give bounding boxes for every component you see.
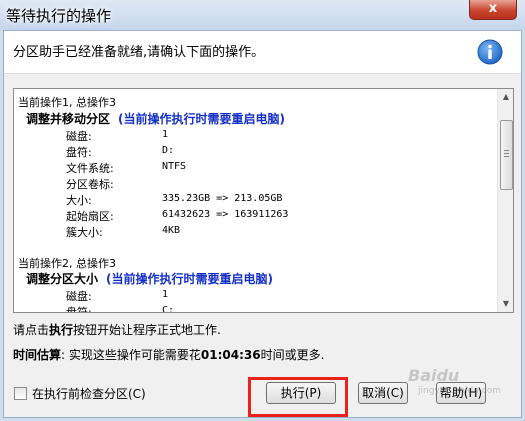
watermark-logo: Baidu [408,366,460,385]
hint-prefix: 请点击 [13,323,50,337]
checkbox-box[interactable] [14,387,27,400]
operation-1-prop-value: 335.23GB => 213.05GB [162,193,283,204]
check-partition-checkbox[interactable]: 在执行前检查分区(C) [14,385,146,402]
checkbox-label: 在执行前检查分区(C) [32,387,146,401]
thumb-grip-line [504,153,509,154]
operation-2-prop-value: C: [162,305,175,312]
vertical-scrollbar[interactable]: ▲ ▼ [497,89,513,312]
thumb-grip-line [504,150,509,151]
operation-1-title-text: 调整并移动分区 [26,112,111,126]
hint-suffix: 按钮开始让程序正式地工作. [73,323,221,337]
operation-1-prop-label: 起始扇区: [66,210,114,223]
scroll-down-arrow-icon[interactable]: ▼ [498,296,513,312]
watermark-url: jingyan.baidu.com [418,386,502,396]
operation-2-title: 调整分区大小 (当前操作执行时需要重启电脑) [26,270,273,287]
operation-1-prop-label: 分区卷标: [66,178,114,191]
estimate-label: 时间估算 [13,348,62,362]
operation-2-prop-value: 1 [162,289,169,300]
operation-1-prop-value: 1 [162,129,169,140]
info-icon [477,39,503,65]
operation-2-prop-label: 盘符: [66,304,92,312]
operation-1-prop-value: 61432623 => 163911263 [162,209,289,220]
hint-bold: 执行 [49,323,74,337]
close-icon: x [488,1,498,16]
operation-2-prop-label: 磁盘: [66,290,92,303]
operation-1-prop-label: 盘符: [66,146,92,159]
operation-1-prop-value: NTFS [162,161,187,172]
estimate-text-before: : 实现这些操作可能需要花 [61,348,201,362]
operation-1-title: 调整并移动分区 (当前操作执行时需要重启电脑) [26,110,285,127]
header-band: 分区助手已经准备就绪,请确认下面的操作。 [4,31,521,74]
operation-1-note: (当前操作执行时需要重启电脑) [118,112,285,126]
operation-2-header: 当前操作2, 总操作3 [18,257,116,270]
highlight-annotation [248,377,348,417]
header-message: 分区助手已经准备就绪,请确认下面的操作。 [13,45,265,60]
cancel-button[interactable]: 取消(C) [358,382,408,404]
operation-1-prop-value: D: [162,145,175,156]
close-button[interactable]: x [469,0,517,20]
hint-text: 请点击执行按钮开始让程序正式地工作. [13,321,221,338]
operation-2-note: (当前操作执行时需要重启电脑) [106,272,273,286]
operation-2-title-text: 调整分区大小 [26,272,99,286]
scroll-thumb[interactable] [500,120,513,190]
operation-1-prop-label: 簇大小: [66,226,103,239]
operation-1-header: 当前操作1, 总操作3 [18,96,116,109]
operation-1-prop-label: 文件系统: [66,162,114,175]
scroll-up-arrow-icon[interactable]: ▲ [498,89,513,105]
dialog-window: 等待执行的操作 x 分区助手已经准备就绪,请确认下面的操作。 当前操作1, 总操… [0,0,525,421]
estimate-text-after: 时间或更多. [260,348,325,362]
operations-list[interactable]: 当前操作1, 总操作3 调整并移动分区 (当前操作执行时需要重启电脑) 磁盘: 1… [13,88,514,313]
operation-1-prop-label: 大小: [66,194,92,207]
operation-1-prop-label: 磁盘: [66,130,92,143]
estimate-time: 01:04:36 [200,348,261,362]
dialog-client-area: 分区助手已经准备就绪,请确认下面的操作。 当前操作1, 总操作3 调整并移动分区… [3,30,522,418]
title-bar[interactable]: 等待执行的操作 x [0,0,525,30]
operation-1-prop-value: 4KB [162,225,181,236]
window-title: 等待执行的操作 [6,7,112,25]
time-estimate: 时间估算: 实现这些操作可能需要花01:04:36时间或更多. [13,346,324,363]
operations-list-content: 当前操作1, 总操作3 调整并移动分区 (当前操作执行时需要重启电脑) 磁盘: 1… [14,89,497,312]
thumb-grip-line [504,156,509,157]
